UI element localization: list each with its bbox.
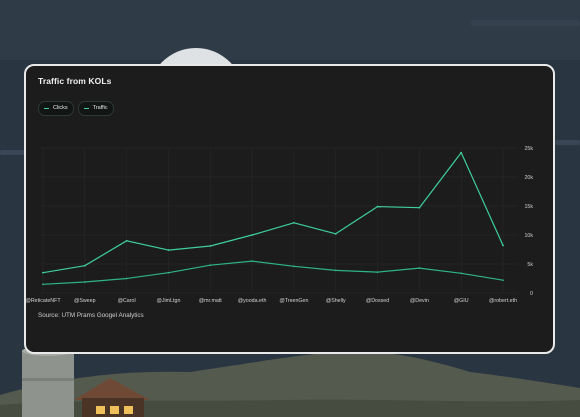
data-point bbox=[209, 245, 212, 247]
x-tick-label: @Dossed bbox=[366, 298, 389, 304]
source-note: Source: UTM Prams Googel Analytics bbox=[38, 312, 144, 319]
data-point bbox=[42, 271, 44, 274]
data-point bbox=[334, 269, 337, 272]
data-point bbox=[502, 279, 504, 282]
x-tick-label: @Carol bbox=[118, 298, 136, 304]
y-tick-label: 25k bbox=[524, 146, 533, 152]
x-tick-label: @GIU bbox=[454, 298, 469, 304]
data-point bbox=[334, 232, 337, 235]
series-line-1 bbox=[42, 151, 504, 274]
data-point bbox=[418, 206, 421, 209]
data-point bbox=[376, 271, 379, 274]
y-tick-label: 0 bbox=[530, 291, 533, 297]
x-tick-label: @Sweep bbox=[74, 298, 96, 304]
x-tick-label: @Devin bbox=[410, 298, 429, 304]
data-point bbox=[167, 249, 170, 251]
data-point bbox=[251, 234, 253, 236]
data-point bbox=[460, 272, 463, 275]
data-point bbox=[418, 267, 421, 269]
data-point bbox=[293, 265, 295, 268]
silo bbox=[22, 346, 74, 417]
data-point bbox=[293, 221, 295, 224]
data-point bbox=[460, 151, 463, 154]
y-tick-label: 5k bbox=[527, 262, 533, 268]
line-chart: 0 5k 10k 15k 20k 25k @ReticateNFT @Sweep @Carol @… bbox=[26, 146, 533, 304]
data-point bbox=[42, 283, 44, 286]
data-point bbox=[502, 244, 504, 247]
data-point bbox=[83, 281, 86, 283]
x-tick-label: @yooda.eth bbox=[238, 298, 267, 304]
x-tick-label: @Shelly bbox=[326, 298, 346, 304]
x-tick-label: @robert.eth bbox=[489, 298, 517, 304]
data-point bbox=[125, 239, 128, 242]
data-point bbox=[167, 271, 170, 274]
traffic-card: Traffic from KOLs Clicks Traffic 0 5k 10k 1… bbox=[24, 64, 555, 354]
series-line-2 bbox=[42, 260, 504, 285]
x-tick-label: @ReticateNFT bbox=[26, 298, 61, 304]
x-tick-label: @mr.matt bbox=[199, 298, 223, 304]
data-point bbox=[251, 260, 253, 262]
y-tick-label: 15k bbox=[524, 204, 533, 210]
data-point bbox=[125, 277, 128, 280]
data-point bbox=[209, 264, 212, 267]
data-point bbox=[83, 264, 86, 267]
x-tick-label: @JimLtgn bbox=[156, 298, 180, 304]
data-point bbox=[376, 205, 379, 208]
y-tick-label: 10k bbox=[524, 233, 533, 239]
x-tick-label: @TreenGen bbox=[279, 298, 308, 304]
y-tick-label: 20k bbox=[524, 175, 533, 181]
